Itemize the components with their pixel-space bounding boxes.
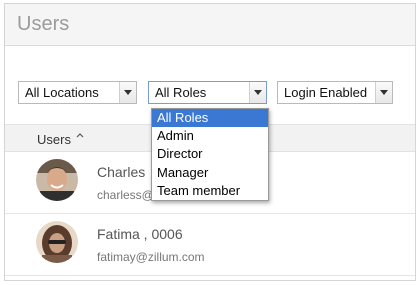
role-filter-arrow-button[interactable] — [249, 82, 266, 103]
role-filter-value: All Roles — [155, 85, 207, 100]
user-avatar-icon — [36, 159, 78, 201]
location-filter-select[interactable]: All Locations — [18, 81, 137, 104]
user-email: fatimay@zillum.com — [97, 250, 205, 264]
sort-updown-icon[interactable] — [75, 132, 85, 144]
page-header: Users — [5, 4, 415, 46]
user-name[interactable]: Fatima , 0006 — [97, 226, 183, 242]
location-filter-value: All Locations — [25, 85, 99, 100]
role-option-director[interactable]: Director — [152, 145, 268, 163]
role-filter-select[interactable]: All Roles — [148, 81, 267, 104]
login-filter-value: Login Enabled — [284, 85, 368, 100]
chevron-down-icon — [254, 90, 262, 95]
role-option-admin[interactable]: Admin — [152, 127, 268, 145]
user-row[interactable]: Fatima , 0006 fatimay@zillum.com — [5, 214, 415, 276]
users-panel: Users All Locations All Roles Login Enab… — [4, 3, 416, 281]
login-filter-select[interactable]: Login Enabled — [277, 81, 393, 104]
user-name[interactable]: Charles — [97, 164, 145, 180]
users-column-label: Users — [37, 132, 71, 147]
page-title: Users — [17, 13, 70, 35]
role-option-all-roles[interactable]: All Roles — [152, 109, 268, 128]
role-option-manager[interactable]: Manager — [152, 164, 268, 182]
user-avatar-icon — [36, 221, 78, 263]
role-option-team-member[interactable]: Team member — [152, 182, 268, 200]
login-filter-arrow-button[interactable] — [375, 82, 392, 103]
user-email: charless@ — [97, 188, 154, 202]
chevron-down-icon — [124, 90, 132, 95]
chevron-down-icon — [380, 90, 388, 95]
role-dropdown-menu: All Roles Admin Director Manager Team me… — [151, 108, 269, 201]
location-filter-arrow-button[interactable] — [119, 82, 136, 103]
